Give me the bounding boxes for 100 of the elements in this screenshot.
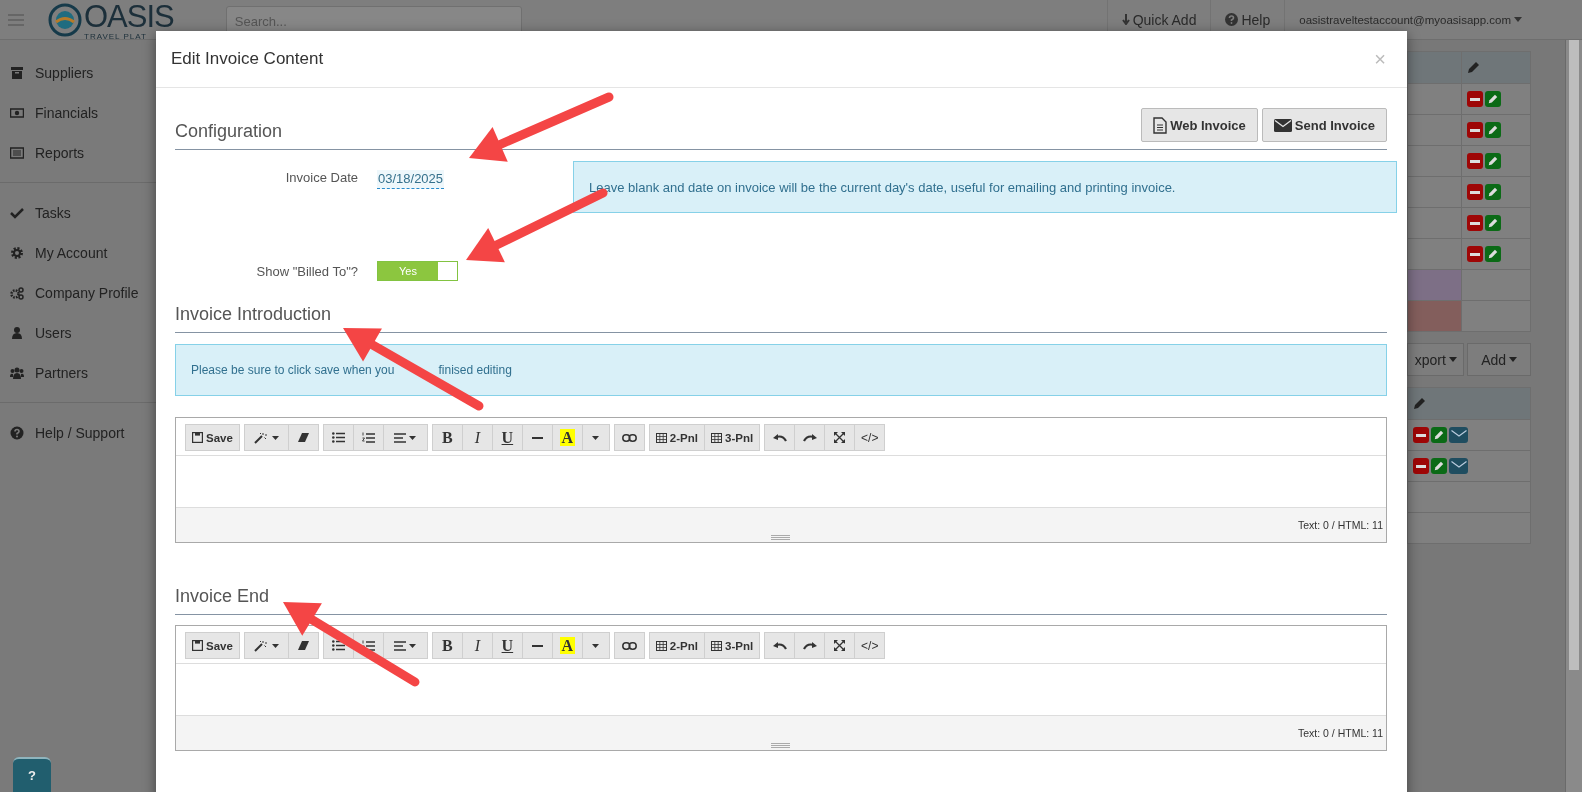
edit-button[interactable] [1431,458,1447,474]
email-button[interactable] [1449,427,1468,443]
user-icon [10,326,24,340]
bold-button[interactable]: B [431,632,463,659]
sidebar-item[interactable]: Partners [0,353,156,393]
magic-wand-button[interactable] [243,424,289,451]
text-color-button[interactable]: A [551,632,583,659]
sidebar-item[interactable]: My Account [0,233,156,273]
pencil-icon [1488,187,1498,197]
italic-button[interactable]: I [461,632,493,659]
bold-button[interactable]: B [431,424,463,451]
edit-button[interactable] [1485,184,1501,200]
sidebar-item[interactable]: Suppliers [0,53,156,93]
sidebar-item[interactable]: Reports [0,133,156,173]
code-view-button[interactable]: </> [854,632,886,659]
code-view-button[interactable]: </> [854,424,886,451]
eraser-icon [297,641,309,650]
table-button[interactable]: 2-Pnl [648,632,705,659]
caret-icon [409,643,417,648]
archive-icon [10,66,24,80]
send-invoice-button[interactable]: Send Invoice [1261,108,1387,142]
dropdown-button[interactable]: Add [1467,343,1531,376]
logo-icon [48,2,82,37]
edit-button[interactable] [1485,122,1501,138]
edit-button[interactable] [1485,153,1501,169]
edit-button[interactable] [1485,91,1501,107]
table-button[interactable]: 3-Pnl [704,424,761,451]
minus-icon [1470,97,1480,101]
undo-button[interactable] [764,424,796,451]
document-icon [1153,116,1168,134]
underline-button[interactable]: U [491,632,523,659]
fullscreen-button[interactable] [824,424,856,451]
date-field[interactable]: 03/18/2025 [377,170,445,189]
pencil-icon [1488,218,1498,228]
save-button[interactable]: Save [185,632,240,659]
table-icon [655,640,667,651]
remove-button[interactable] [1413,427,1429,443]
remove-button[interactable] [1413,458,1429,474]
table-button[interactable]: 2-Pnl [648,424,705,451]
redo-button[interactable] [794,424,826,451]
web-invoice-button[interactable]: Web Invoice [1141,108,1258,142]
horizontal-rule-button[interactable] [521,632,553,659]
help-button[interactable]: ? [13,757,51,792]
remove-button[interactable] [1467,122,1483,138]
remove-button[interactable] [1467,246,1483,262]
remove-button[interactable] [1467,91,1483,107]
sidebar-item[interactable]: Users [0,313,156,353]
dropdown-button[interactable]: xport [1407,343,1465,376]
sidebar-item[interactable]: Financials [0,93,156,133]
sidebar-item[interactable]: Company Profile [0,273,156,313]
eraser-button[interactable] [287,424,319,451]
redo-icon [802,433,817,442]
link-button[interactable] [613,632,645,659]
resize-handle[interactable] [771,743,790,748]
save-button[interactable]: Save [185,424,240,451]
remove-button[interactable] [1467,215,1483,231]
pencil-icon [1434,461,1444,471]
character-count: Text: 0 / HTML: 11 [1298,727,1383,739]
numbered-list-icon [361,431,375,444]
numbered-list-button[interactable] [352,424,384,451]
caret-icon [1448,357,1457,362]
minus-icon [1416,433,1426,437]
pencil-icon [1467,61,1480,74]
sidebar-item[interactable]: Tasks [0,193,156,233]
caret-icon [592,435,600,440]
text-color-button[interactable]: A [551,424,583,451]
redo-button[interactable] [794,632,826,659]
bullet-list-button[interactable] [322,424,354,451]
minus-icon [1416,464,1426,468]
edit-button[interactable] [1485,215,1501,231]
align-button[interactable] [382,632,428,659]
magic-wand-button[interactable] [243,632,289,659]
question-icon [10,426,24,440]
scrollbar[interactable] [1565,40,1582,792]
italic-button[interactable]: I [461,424,493,451]
caret-icon [1509,357,1518,362]
gear-icon [10,246,24,260]
pencil-icon [1488,156,1498,166]
edit-button[interactable] [1431,427,1447,443]
eraser-icon [297,433,309,442]
minus-icon [1470,159,1480,163]
fullscreen-button[interactable] [824,632,856,659]
resize-handle[interactable] [771,535,790,540]
minus-icon [1470,221,1480,225]
undo-button[interactable] [764,632,796,659]
caret-icon [271,435,279,440]
remove-button[interactable] [1467,184,1483,200]
link-button[interactable] [613,424,645,451]
underline-button[interactable]: U [491,424,523,451]
sidebar-item[interactable]: Help / Support [0,413,156,453]
edit-button[interactable] [1485,246,1501,262]
dialog-title: Edit Invoice Content [171,49,324,69]
down-arrow-icon [1121,14,1130,25]
table-button[interactable]: 3-Pnl [704,632,761,659]
remove-button[interactable] [1467,153,1483,169]
email-button[interactable] [1449,458,1468,474]
align-button[interactable] [382,424,428,451]
horizontal-rule-button[interactable] [521,424,553,451]
fullscreen-icon [834,432,846,443]
eraser-button[interactable] [287,632,319,659]
